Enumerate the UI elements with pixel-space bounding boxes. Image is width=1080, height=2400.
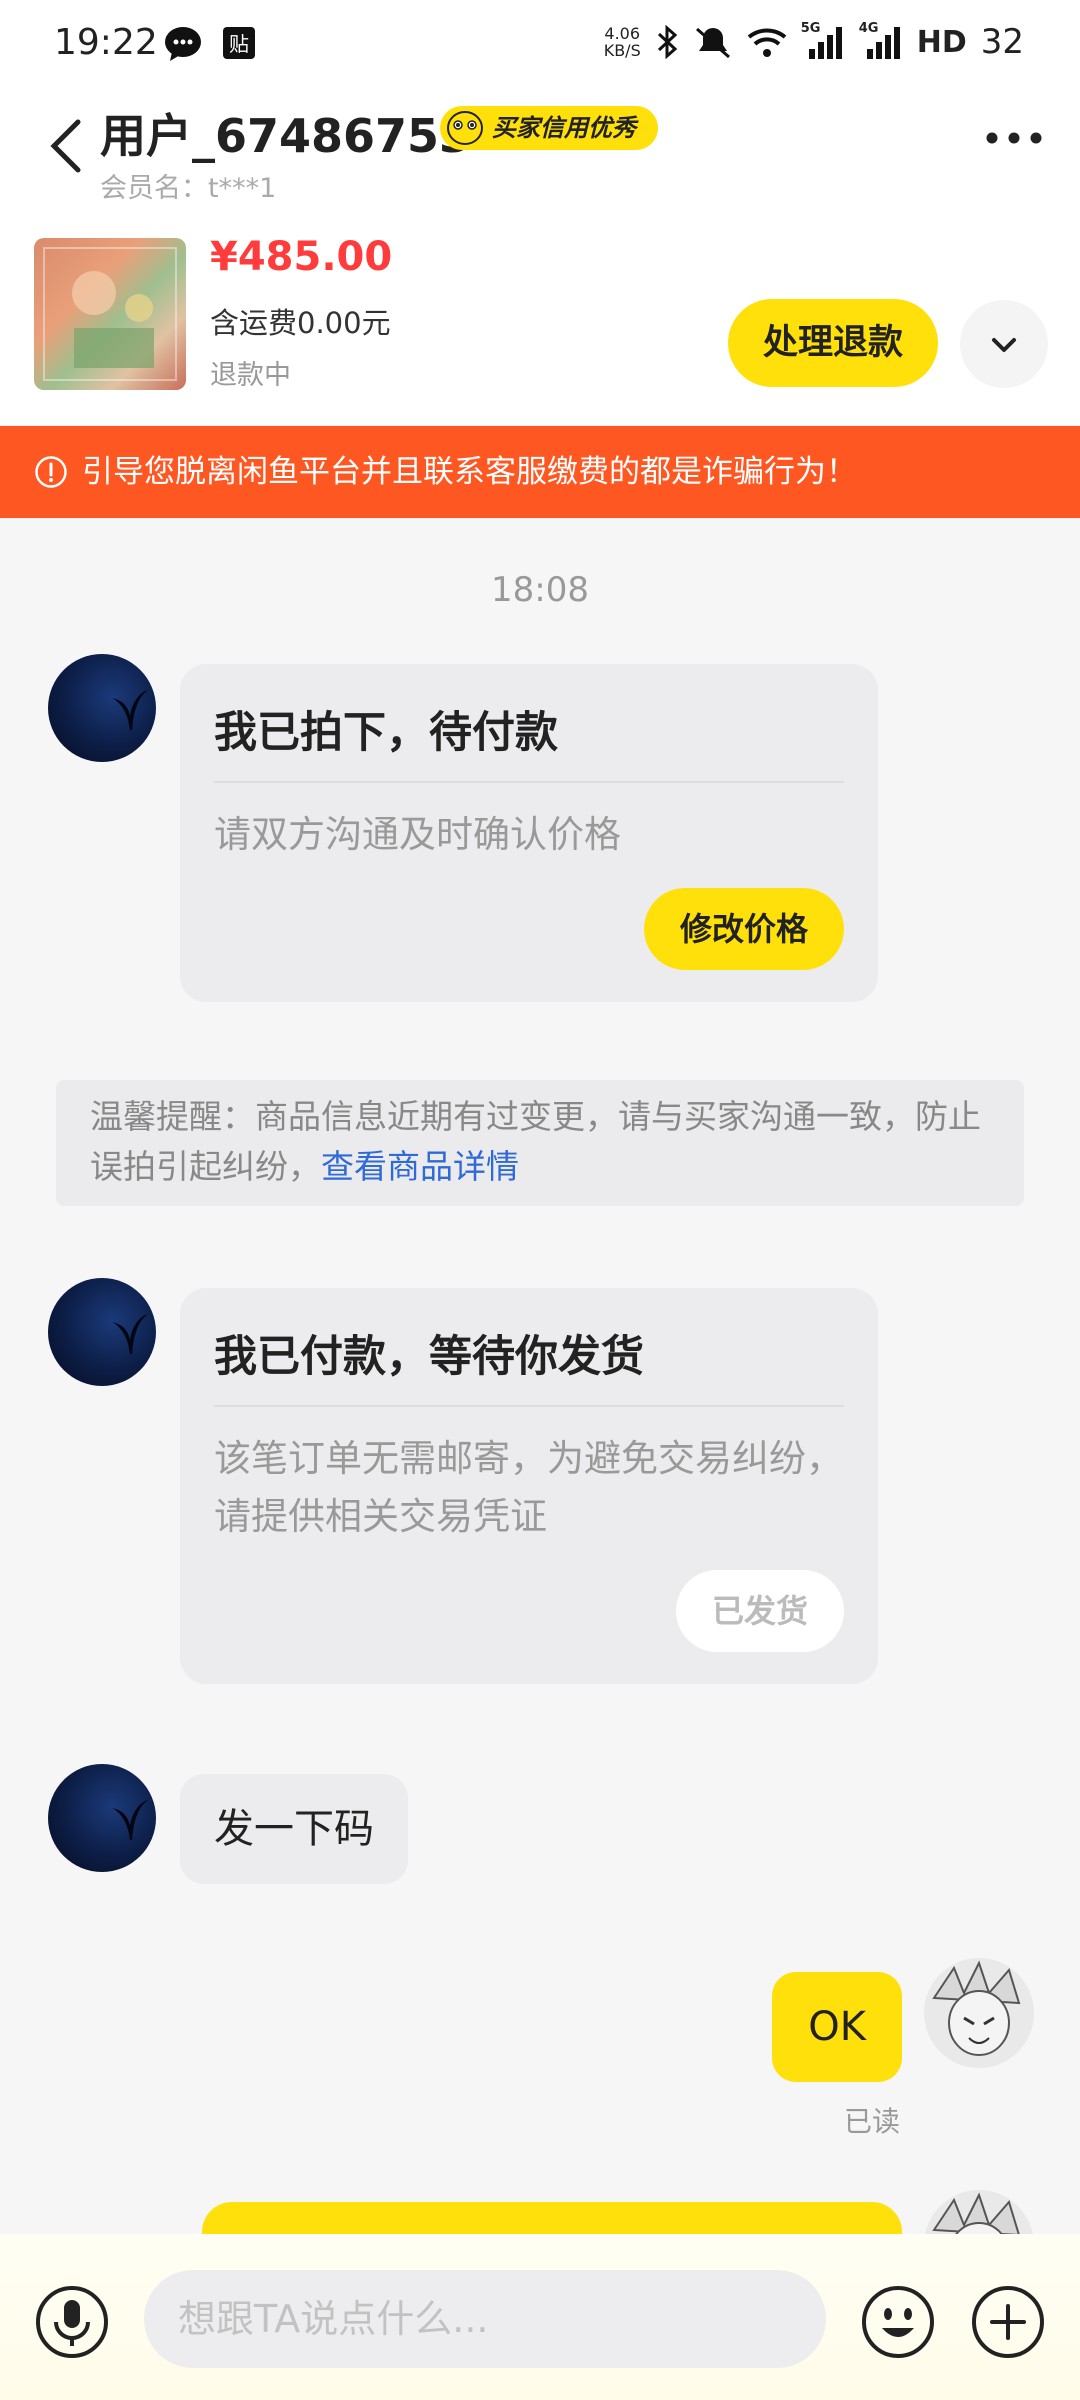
warning-text: 引导您脱离闲鱼平台并且联系客服缴费的都是诈骗行为！ [82, 454, 857, 490]
modify-price-button[interactable]: 修改价格 [643, 888, 844, 970]
net-speed: 4.06 KB/S [603, 24, 641, 60]
order-card-awaiting-shipment: 我已付款，等待你发货 该笔订单无需邮寄，为避免交易纠纷，请提供相关交易凭证 已发… [180, 1288, 878, 1684]
battery-level: 32 [980, 22, 1024, 62]
plant-silhouette [112, 1800, 148, 1840]
order-price: ¥485.00 [210, 234, 393, 280]
message-input[interactable]: 想跟TA说点什么... [144, 2270, 826, 2368]
product-image-art [43, 247, 177, 381]
signal-5g-icon: 5G [801, 21, 845, 59]
chat-app-icon [165, 27, 201, 61]
member-name: 会员名：t***1 [100, 173, 277, 204]
bluetooth-icon [657, 25, 677, 59]
microphone-icon[interactable] [34, 2284, 110, 2360]
card-divider [214, 1405, 844, 1407]
process-refund-button[interactable]: 处理退款 [728, 299, 938, 387]
chat-timestamp: 18:08 [491, 570, 589, 610]
status-bar: 19:22 贴 4.06 KB/S 5G 4G HD 32 [0, 0, 1080, 90]
status-time: 19:22 [54, 22, 158, 63]
buyer-avatar[interactable] [48, 1278, 156, 1386]
read-receipt: 已读 [843, 2105, 900, 2138]
message-bubble-incoming[interactable]: 发一下码 [180, 1774, 408, 1884]
signal-4g-icon: 4G [859, 21, 903, 59]
anime-character-image [932, 1960, 1021, 2056]
product-thumbnail[interactable] [34, 238, 186, 390]
status-right-group: 4.06 KB/S 5G 4G HD 32 [603, 21, 1024, 62]
order-status: 退款中 [210, 360, 291, 391]
mute-icon [695, 27, 730, 59]
card-subtitle: 该笔订单无需邮寄，为避免交易纠纷，请提供相关交易凭证 [214, 1437, 843, 1538]
buyer-avatar[interactable] [48, 654, 156, 762]
credit-badge-label: 买家信用优秀 [492, 114, 636, 142]
shipping-fee: 含运费0.00元 [210, 306, 391, 340]
back-arrow-icon[interactable] [46, 116, 86, 176]
plant-silhouette [112, 1314, 148, 1354]
card-divider [214, 781, 844, 783]
order-card-pending-payment: 我已拍下，待付款 请双方沟通及时确认价格 修改价格 [180, 664, 878, 1002]
credit-badge[interactable]: 买家信用优秀 [440, 106, 658, 150]
sticker-icon: 贴 [223, 27, 255, 59]
fish-face-icon [447, 111, 483, 145]
alert-icon [35, 456, 67, 488]
expand-order-button[interactable] [960, 300, 1048, 388]
fraud-warning-banner: 引导您脱离闲鱼平台并且联系客服缴费的都是诈骗行为！ [0, 426, 1080, 518]
hd-icon: HD [916, 24, 967, 60]
card-subtitle: 请双方沟通及时确认价格 [214, 813, 621, 856]
seller-avatar[interactable] [924, 1958, 1034, 2068]
chevron-down-icon [992, 338, 1016, 352]
plant-silhouette [112, 690, 148, 730]
notice-text: 温馨提醒：商品信息近期有过变更，请与买家沟通一致，防止误拍引起纠纷， [90, 1097, 981, 1186]
emoji-icon[interactable] [860, 2284, 936, 2360]
view-product-details-link[interactable]: 查看商品详情 [321, 1147, 519, 1186]
buyer-avatar[interactable] [48, 1764, 156, 1872]
message-bubble-outgoing[interactable]: OK [772, 1972, 902, 2082]
message-input-bar: 想跟TA说点什么... [0, 2234, 1080, 2400]
shipped-button[interactable]: 已发货 [675, 1570, 844, 1652]
chat-username[interactable]: 用户_67486753 [100, 100, 471, 166]
wifi-icon [747, 28, 787, 57]
reminder-notice: 温馨提醒：商品信息近期有过变更，请与买家沟通一致，防止误拍引起纠纷，查看商品详情 [56, 1080, 1024, 1206]
card-title: 我已付款，等待你发货 [214, 1332, 644, 1382]
svg-text:贴: 贴 [229, 32, 249, 56]
more-icon[interactable] [984, 128, 1044, 148]
add-attachment-icon[interactable] [970, 2284, 1046, 2360]
card-title: 我已拍下，待付款 [214, 708, 558, 758]
